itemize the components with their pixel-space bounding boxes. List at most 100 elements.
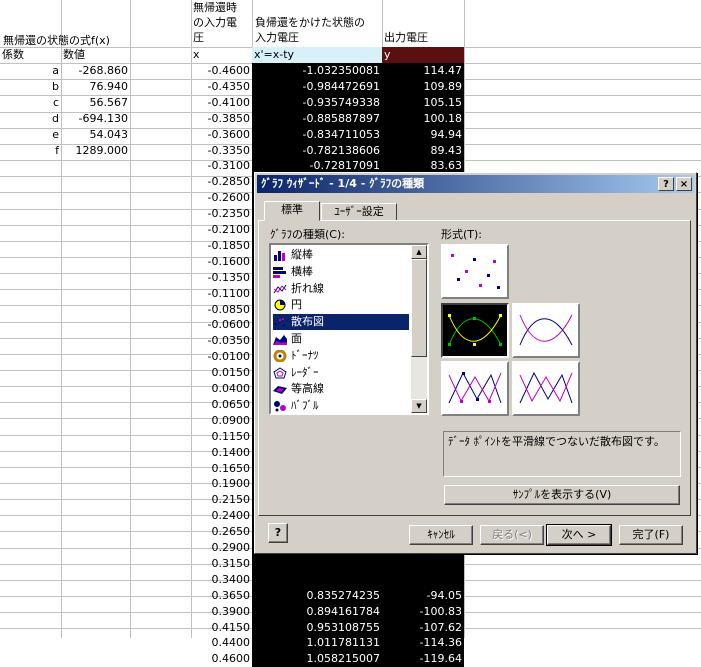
x-value-cell[interactable]: -0.3350 bbox=[191, 143, 252, 159]
value-col-header[interactable]: 数値 bbox=[61, 47, 130, 63]
x-value-cell[interactable]: 0.2400 bbox=[191, 508, 252, 524]
office-assistant-icon[interactable]: ? bbox=[268, 523, 288, 543]
x-value-cell[interactable]: 0.1900 bbox=[191, 476, 252, 492]
x-value-cell[interactable]: 0.3900 bbox=[191, 604, 252, 620]
y-sub-header[interactable]: y bbox=[382, 47, 464, 63]
dialog-titlebar[interactable]: ｸﾞﾗﾌ ｳｨｻﾞｰﾄﾞ - 1/4 - ｸﾞﾗﾌの種類 ? × bbox=[257, 175, 694, 193]
finish-button[interactable]: 完了(F) bbox=[619, 525, 683, 545]
xp-value-cell[interactable]: -0.834711053 bbox=[252, 127, 382, 143]
x-value-cell[interactable]: 0.3650 bbox=[191, 588, 252, 604]
xp-value-cell[interactable]: 0.953108755 bbox=[252, 620, 382, 636]
coef-value-cell[interactable]: -268.860 bbox=[61, 63, 130, 79]
x-value-cell[interactable]: 0.1150 bbox=[191, 429, 252, 445]
coef-name-cell[interactable]: e bbox=[0, 127, 61, 143]
scroll-thumb[interactable] bbox=[411, 259, 427, 357]
help-button[interactable]: ? bbox=[658, 177, 674, 191]
x-value-cell[interactable]: -0.4600 bbox=[191, 63, 252, 79]
x-value-cell[interactable]: 0.3150 bbox=[191, 556, 252, 572]
y-value-cell[interactable]: 114.47 bbox=[382, 63, 464, 79]
x-value-cell[interactable]: -0.1350 bbox=[191, 270, 252, 286]
x-value-cell[interactable]: 0.2900 bbox=[191, 540, 252, 556]
coef-name-cell[interactable]: a bbox=[0, 63, 61, 79]
cancel-button[interactable]: ｷｬﾝｾﾙ bbox=[409, 525, 473, 545]
x-value-cell[interactable]: -0.1600 bbox=[191, 254, 252, 270]
x-value-cell[interactable]: 0.2150 bbox=[191, 492, 252, 508]
coef-value-cell[interactable]: 54.043 bbox=[61, 127, 130, 143]
x-value-cell[interactable]: 0.0150 bbox=[191, 365, 252, 381]
x-value-cell[interactable]: 0.1400 bbox=[191, 445, 252, 461]
tab-standard[interactable]: 標準 bbox=[264, 201, 320, 221]
x-value-cell[interactable]: -0.0100 bbox=[191, 349, 252, 365]
xp-value-cell[interactable]: 1.011781131 bbox=[252, 635, 382, 651]
x-value-cell[interactable]: -0.3100 bbox=[191, 158, 252, 174]
subtype-scatter-smooth-markers[interactable] bbox=[441, 303, 509, 358]
x-value-cell[interactable]: -0.0600 bbox=[191, 317, 252, 333]
close-button[interactable]: × bbox=[676, 177, 692, 191]
y-value-cell[interactable]: 94.94 bbox=[382, 127, 464, 143]
chart-type-list[interactable]: 縦棒 横棒 折れ線円散布図面 ﾄﾞｰﾅﾂ ﾚｰﾀﾞｰ 等高線 ﾊﾞﾌﾞﾙ ▲ ▼ bbox=[269, 243, 429, 415]
y-value-cell[interactable]: -119.64 bbox=[382, 651, 464, 667]
chart-type-item[interactable]: 横棒 bbox=[273, 264, 409, 280]
coef-col-header[interactable]: 係数 bbox=[0, 47, 61, 63]
scroll-down-icon[interactable]: ▼ bbox=[411, 399, 427, 413]
chart-type-item[interactable]: 折れ線 bbox=[273, 281, 409, 297]
chart-type-item[interactable]: ﾄﾞｰﾅﾂ bbox=[273, 348, 409, 364]
x-value-cell[interactable]: 0.0900 bbox=[191, 413, 252, 429]
x-value-cell[interactable]: -0.1850 bbox=[191, 238, 252, 254]
x-value-cell[interactable]: -0.2350 bbox=[191, 206, 252, 222]
chart-type-item[interactable]: 面 bbox=[273, 331, 409, 347]
xp-value-cell[interactable]: -0.885887897 bbox=[252, 111, 382, 127]
coef-name-cell[interactable]: f bbox=[0, 143, 61, 159]
x-value-cell[interactable]: -0.4350 bbox=[191, 79, 252, 95]
x-value-cell[interactable]: 0.2650 bbox=[191, 524, 252, 540]
y-value-cell[interactable]: 100.18 bbox=[382, 111, 464, 127]
coef-value-cell[interactable]: 76.940 bbox=[61, 79, 130, 95]
xp-value-cell[interactable]: -0.782138606 bbox=[252, 143, 382, 159]
x-value-cell[interactable]: -0.0850 bbox=[191, 302, 252, 318]
x-value-cell[interactable]: -0.3850 bbox=[191, 111, 252, 127]
coef-name-cell[interactable]: c bbox=[0, 95, 61, 111]
x-value-cell[interactable]: 0.4600 bbox=[191, 651, 252, 667]
chart-type-item[interactable]: 等高線 bbox=[273, 381, 409, 397]
xp-value-cell[interactable]: -1.032350081 bbox=[252, 63, 382, 79]
y-value-cell[interactable]: -100.83 bbox=[382, 604, 464, 620]
coef-name-cell[interactable]: b bbox=[0, 79, 61, 95]
y-value-cell[interactable]: -107.62 bbox=[382, 620, 464, 636]
x-value-cell[interactable]: 0.0650 bbox=[191, 397, 252, 413]
x-value-cell[interactable]: -0.4100 bbox=[191, 95, 252, 111]
xp-value-cell[interactable]: 0.835274235 bbox=[252, 588, 382, 604]
x-value-cell[interactable]: -0.2100 bbox=[191, 222, 252, 238]
xp-value-cell[interactable]: -0.935749338 bbox=[252, 95, 382, 111]
xp-value-cell[interactable]: 1.058215007 bbox=[252, 651, 382, 667]
coef-value-cell[interactable]: 1289.000 bbox=[61, 143, 130, 159]
x-value-cell[interactable]: 0.4400 bbox=[191, 635, 252, 651]
y-value-cell[interactable]: -94.05 bbox=[382, 588, 464, 604]
back-button[interactable]: 戻る(<) bbox=[480, 525, 544, 545]
x-value-cell[interactable]: 0.3400 bbox=[191, 572, 252, 588]
y-value-cell[interactable]: 109.89 bbox=[382, 79, 464, 95]
preview-sample-button[interactable]: ｻﾝﾌﾟﾙを表示する(V) bbox=[444, 485, 680, 505]
x-value-cell[interactable]: -0.1100 bbox=[191, 286, 252, 302]
chart-type-item[interactable]: 縦棒 bbox=[273, 247, 409, 263]
next-button[interactable]: 次へ > bbox=[546, 524, 612, 546]
y-value-cell[interactable]: -114.36 bbox=[382, 635, 464, 651]
coef-value-cell[interactable]: 56.567 bbox=[61, 95, 130, 111]
xp-value-cell[interactable]: 0.894161784 bbox=[252, 604, 382, 620]
y-value-cell[interactable]: 89.43 bbox=[382, 143, 464, 159]
x-value-cell[interactable]: -0.2850 bbox=[191, 174, 252, 190]
subtype-scatter-markers[interactable] bbox=[441, 244, 509, 299]
x-value-cell[interactable]: -0.3600 bbox=[191, 127, 252, 143]
tab-custom[interactable]: ﾕｰｻﾞｰ設定 bbox=[321, 203, 397, 221]
xp-value-cell[interactable]: -0.984472691 bbox=[252, 79, 382, 95]
scroll-up-icon[interactable]: ▲ bbox=[411, 245, 427, 259]
x-value-cell[interactable]: -0.0350 bbox=[191, 333, 252, 349]
xp-sub-header[interactable]: x'=x-ty bbox=[252, 47, 382, 63]
x-value-cell[interactable]: -0.2600 bbox=[191, 190, 252, 206]
subtype-scatter-lines[interactable] bbox=[512, 361, 580, 416]
x-value-cell[interactable]: 0.0400 bbox=[191, 381, 252, 397]
subtype-scatter-lines-markers[interactable] bbox=[441, 361, 509, 416]
coef-value-cell[interactable]: -694.130 bbox=[61, 111, 130, 127]
y-value-cell[interactable]: 105.15 bbox=[382, 95, 464, 111]
x-sub-header[interactable]: x bbox=[191, 47, 252, 63]
chart-type-item[interactable]: ﾊﾞﾌﾞﾙ bbox=[273, 398, 409, 413]
